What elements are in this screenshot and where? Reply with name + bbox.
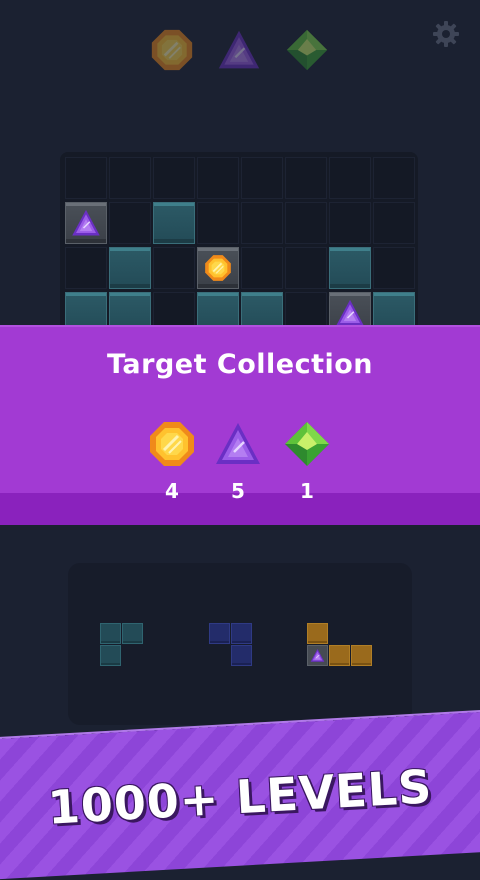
board-cell[interactable] <box>153 157 195 199</box>
purple-triangle-gem-icon <box>71 208 101 238</box>
gem-block <box>65 202 107 244</box>
green-gem-count: 1 <box>300 479 314 503</box>
purple-triangle-gem-icon <box>335 298 365 328</box>
top-gem-bar <box>0 28 480 72</box>
target-collection-banner: Target Collection 4 5 1 <box>0 325 480 525</box>
board-cell[interactable] <box>285 202 327 244</box>
purple-triangle-gem-icon <box>310 648 325 663</box>
board-cell[interactable] <box>197 202 239 244</box>
navy-s-piece[interactable] <box>209 623 253 667</box>
teal-l-piece[interactable] <box>100 623 144 667</box>
board-cell[interactable] <box>241 202 283 244</box>
green-diamond-gem-icon <box>283 420 331 468</box>
board-cell[interactable] <box>153 247 195 289</box>
board-cell[interactable] <box>373 247 415 289</box>
banner-title: Target Collection <box>106 349 374 380</box>
board-cell[interactable] <box>329 202 371 244</box>
teal-block <box>109 247 151 289</box>
teal-block <box>153 202 195 244</box>
board-cell[interactable] <box>285 247 327 289</box>
piece-tray <box>68 563 412 725</box>
orange-gem-icon <box>148 420 196 468</box>
board-cell[interactable] <box>109 157 151 199</box>
board-cell[interactable] <box>65 247 107 289</box>
teal-block <box>329 247 371 289</box>
purple-triangle-gem-icon <box>214 420 262 468</box>
game-board[interactable] <box>60 152 418 352</box>
green-diamond-gem-icon <box>285 28 329 72</box>
board-cell[interactable] <box>329 157 371 199</box>
orange-gem-icon <box>204 254 232 282</box>
board-cell[interactable] <box>285 157 327 199</box>
board-cell[interactable] <box>197 157 239 199</box>
board-cell[interactable] <box>241 157 283 199</box>
board-cell[interactable] <box>373 202 415 244</box>
board-cell[interactable] <box>109 202 151 244</box>
gold-l-piece[interactable] <box>307 623 373 667</box>
board-cell[interactable] <box>65 157 107 199</box>
gear-icon[interactable] <box>432 20 460 48</box>
gem-block <box>197 247 239 289</box>
orange-gem-count: 4 <box>165 479 179 503</box>
purple-gem-count: 5 <box>231 479 245 503</box>
board-cell[interactable] <box>373 157 415 199</box>
purple-triangle-gem-icon <box>217 28 261 72</box>
orange-gem-icon <box>150 28 194 72</box>
board-cell[interactable] <box>241 247 283 289</box>
